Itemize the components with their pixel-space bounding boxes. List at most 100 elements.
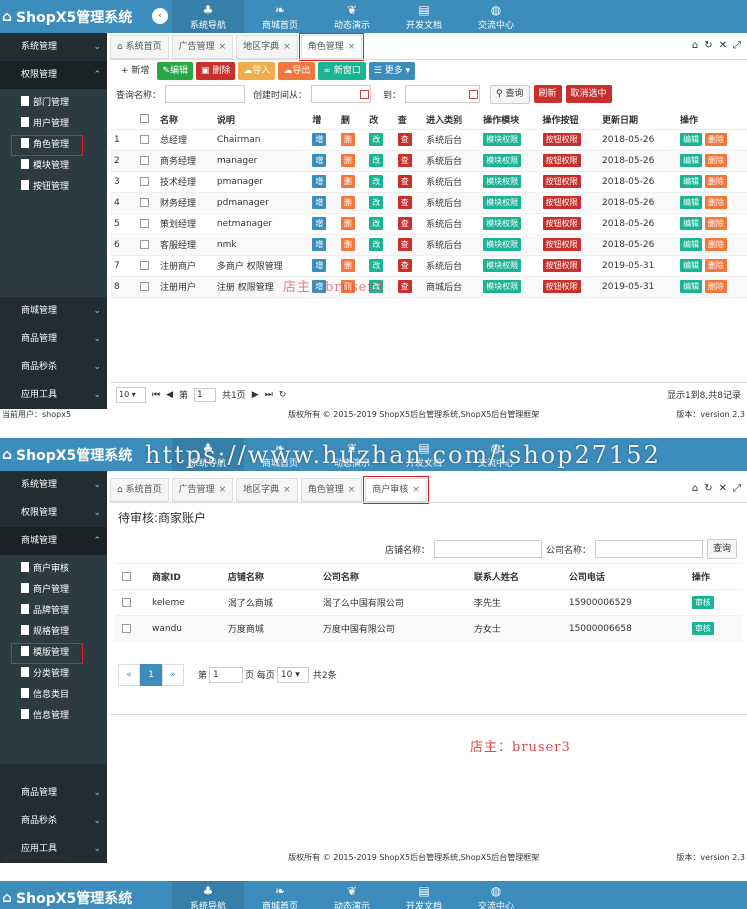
perm-add-button[interactable]: 增 [312, 238, 327, 251]
page-input[interactable]: 1 [209, 666, 244, 683]
module-permission-button[interactable]: 模块权限 [483, 238, 522, 251]
refresh-icon[interactable]: ↻ [704, 483, 712, 494]
row-edit-button[interactable]: 编辑 [679, 133, 702, 146]
home-icon[interactable]: ⌂ [692, 40, 698, 51]
unselect-button[interactable]: 取消选中 [565, 85, 612, 103]
perm-delete-button[interactable]: 删 [340, 259, 355, 272]
perm-modify-button[interactable]: 改 [369, 259, 384, 272]
sidebar-group-system[interactable]: 系统管理 ⌄ [0, 471, 107, 499]
perm-add-button[interactable]: 增 [312, 154, 327, 167]
module-permission-button[interactable]: 模块权限 [483, 259, 522, 272]
sidebar-item-merchant[interactable]: 商户管理 [0, 580, 107, 601]
table-row[interactable]: 7 注册商户 多商户 权限管理增删 改查系统后台 模块权限 按钮权限 2019-05-31 编… [110, 255, 747, 277]
close-icon[interactable]: ✕ [719, 40, 727, 51]
table-row[interactable]: 6 客服经理 nmk 增删 改查系统后台 模块权限 按钮权限 2018-05-26 编辑 删除 [110, 234, 747, 256]
sidebar-group-goods[interactable]: 商品管理 ⌄ [0, 779, 107, 807]
reload-icon[interactable]: ↻ [279, 390, 287, 400]
tab-home[interactable]: ⌂ 系统首页 [110, 478, 169, 502]
tab-role[interactable]: 角色管理 × [298, 33, 365, 61]
close-icon[interactable]: × [219, 485, 227, 495]
tab-region[interactable]: 地区字典 × [236, 478, 298, 502]
page-size-select[interactable]: 10 ▾ [116, 386, 146, 403]
button-permission-button[interactable]: 按钮权限 [542, 196, 581, 209]
perm-add-button[interactable]: 增 [312, 175, 327, 188]
refresh-button[interactable]: 刷新 [533, 85, 562, 103]
module-permission-button[interactable]: 模块权限 [483, 280, 522, 293]
prev-page-icon[interactable]: ◀ [166, 390, 173, 400]
module-permission-button[interactable]: 模块权限 [483, 154, 522, 167]
table-row[interactable]: wandu 万度商城 万度中国有限公司 方女士 15000006658 审核 [114, 615, 743, 642]
perm-view-button[interactable]: 查 [397, 133, 412, 146]
last-page-icon[interactable]: ⏭ [265, 390, 273, 400]
fullscreen-icon[interactable]: ⤢ [733, 40, 741, 51]
audit-button[interactable]: 审核 [691, 596, 714, 609]
sidebar-group-flashsale[interactable]: 商品秒杀 ⌄ [0, 353, 107, 381]
perm-modify-button[interactable]: 改 [369, 133, 384, 146]
audit-button[interactable]: 审核 [691, 622, 714, 636]
import-button[interactable]: ☁导入 [238, 62, 276, 80]
table-row[interactable]: 1 总经理 Chairman 增删 改查系统后台 模块权限 按钮权限 2018-05-26 编辑… [110, 129, 747, 151]
sidebar-group-system[interactable]: 系统管理 ⌄ [0, 33, 107, 61]
perm-view-button[interactable]: 查 [397, 154, 412, 167]
sidebar-item-module[interactable]: 模块管理 [0, 156, 107, 177]
table-row[interactable]: 8 注册用户 注册 权限管理增删改查商城后台 模块权限 按钮权限 2019-05-31 编辑… [110, 276, 747, 298]
close-icon[interactable]: × [283, 485, 291, 495]
nav-item-community[interactable]: ◍ 交流中心 [460, 881, 532, 909]
sidebar-item-category[interactable]: 分类管理 [0, 664, 107, 685]
nav-item-docs[interactable]: ▤ 开发文档 [388, 881, 460, 909]
button-permission-button[interactable]: 按钮权限 [542, 280, 581, 293]
row-delete-button[interactable]: 删除 [704, 280, 727, 293]
row-checkbox[interactable] [140, 197, 149, 207]
perm-modify-button[interactable]: 改 [369, 217, 384, 230]
tab-region[interactable]: 地区字典 × [236, 35, 298, 59]
row-checkbox[interactable] [122, 597, 131, 607]
tab-role[interactable]: 角色管理 × [300, 478, 363, 502]
perm-view-button[interactable]: 查 [397, 259, 412, 272]
sidebar-item-spec[interactable]: 规格管理 [0, 622, 107, 643]
row-edit-button[interactable]: 编辑 [679, 217, 702, 230]
perm-view-button[interactable]: 查 [397, 175, 412, 188]
close-icon[interactable]: × [348, 485, 356, 495]
row-checkbox[interactable] [140, 218, 149, 228]
tab-home[interactable]: ⌂ 系统首页 [110, 35, 169, 59]
row-checkbox[interactable] [122, 623, 131, 633]
perm-delete-button[interactable]: 删 [340, 175, 355, 188]
sidebar-group-permission[interactable]: 权限管理 ⌃ [0, 61, 107, 89]
name-input[interactable] [165, 85, 246, 103]
calendar-icon[interactable] [469, 89, 479, 99]
select-all-checkbox[interactable] [140, 114, 149, 124]
row-edit-button[interactable]: 编辑 [679, 175, 702, 188]
add-button[interactable]: + 新增 [116, 62, 154, 80]
sidebar-item-info[interactable]: 信息管理 [0, 706, 107, 727]
nav-item-system[interactable]: ♣ 系统导航 [172, 881, 244, 909]
table-row[interactable]: 3 技术经理 pmanager 增删 改查系统后台 模块权限 按钮权限 2018-05-26 编… [110, 171, 747, 193]
export-button[interactable]: ☁导出 [278, 62, 316, 80]
row-edit-button[interactable]: 编辑 [679, 154, 702, 167]
table-row[interactable]: 5 策划经理 netmanager 增删 改查系统后台 模块权限 按钮权限 2018-05-2… [110, 213, 747, 235]
sidebar-item-user[interactable]: 用户管理 [0, 114, 107, 135]
calendar-icon[interactable] [360, 89, 370, 99]
home-icon[interactable]: ⌂ [692, 483, 698, 494]
module-permission-button[interactable]: 模块权限 [483, 133, 522, 146]
perm-add-button[interactable]: 增 [312, 259, 327, 272]
sidebar-toggle-icon[interactable]: ‹ [152, 8, 168, 24]
module-permission-button[interactable]: 模块权限 [483, 217, 522, 230]
nav-item-community[interactable]: ◍ 交流中心 [460, 0, 532, 33]
perm-view-button[interactable]: 查 [397, 217, 412, 230]
close-icon[interactable]: × [219, 42, 227, 52]
page-1-button[interactable]: 1 [140, 663, 162, 686]
nav-item-demo[interactable]: ❦ 动态演示 [316, 881, 388, 909]
row-delete-button[interactable]: 删除 [704, 238, 727, 251]
perm-view-button[interactable]: 查 [397, 238, 412, 251]
next-page-icon[interactable]: ▶ [252, 390, 259, 400]
button-permission-button[interactable]: 按钮权限 [542, 259, 581, 272]
row-checkbox[interactable] [140, 239, 149, 249]
perm-delete-button[interactable]: 删 [340, 238, 355, 251]
close-icon[interactable]: × [412, 485, 420, 495]
row-edit-button[interactable]: 编辑 [679, 238, 702, 251]
sidebar-group-mall[interactable]: 商城管理 ⌃ [0, 527, 107, 555]
row-checkbox[interactable] [140, 155, 149, 165]
row-delete-button[interactable]: 删除 [704, 133, 727, 146]
row-edit-button[interactable]: 编辑 [679, 280, 702, 293]
nav-item-docs[interactable]: ▤ 开发文档 [388, 0, 460, 33]
